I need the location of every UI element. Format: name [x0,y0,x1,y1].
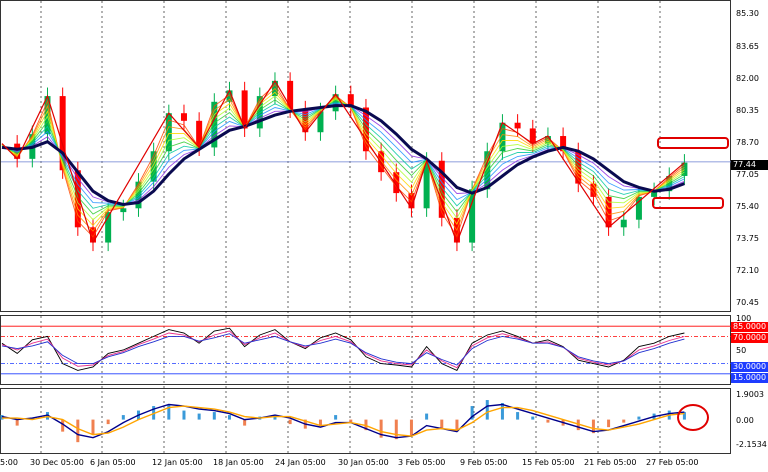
rsi-tick: 50 [736,346,747,355]
macd-histogram-bar [622,419,626,423]
macd-histogram-bar [121,415,125,420]
time-label: 15 Feb 05:00 [522,458,575,467]
macd-histogram-bar [409,419,413,437]
price-tick: 80.35 [736,106,759,115]
macd-histogram-bar [212,412,216,420]
chart-window[interactable]: 85.30 83.65 82.00 80.35 78.70 77.05 75.4… [0,0,768,472]
macd-line [2,405,685,437]
macd-histogram-bar [15,419,19,426]
price-tick: 82.00 [736,74,759,83]
candle-body [590,183,597,197]
chart-canvas [0,1,731,454]
macd-histogram-bar [440,419,444,429]
price-tick: 72.10 [736,266,759,275]
annotation-rect-upper [657,137,729,149]
annotation-rect-lower [652,197,724,209]
macd-tick: 0.00 [736,416,754,425]
macd-histogram-bar [394,419,398,440]
macd-histogram-bar [106,419,110,425]
macd-histogram-bar [91,419,95,435]
price-tick: 77.05 [736,170,759,179]
price-tick: 75.40 [736,202,759,211]
macd-histogram-bar [334,415,338,420]
candle-body [529,128,536,144]
annotation-circle [677,404,709,431]
macd-histogram-bar [182,410,186,420]
candle-body [317,111,324,133]
macd-tick: -2.1534 [736,440,767,449]
rsi-line [1,327,685,371]
ma-ribbon-line [1,101,685,209]
price-tick: 85.30 [736,9,759,18]
time-label: 12 Jan 05:00 [152,458,203,467]
macd-histogram-bar [197,413,201,420]
rsi-line [1,333,685,366]
time-label: 6 Jan 05:00 [90,458,136,467]
macd-histogram-bar [76,419,80,443]
rsi-level-tag: 15.0000 [731,373,768,383]
price-tick: 73.75 [736,234,759,243]
price-tick: 83.65 [736,42,759,51]
slow-moving-average [1,104,685,207]
macd-histogram-bar [227,415,231,420]
macd-histogram-bar [516,412,520,420]
rsi-level-tag: 70.0000 [731,333,768,343]
candle-body [620,219,627,228]
time-label: 21 Feb 05:00 [584,458,637,467]
time-label: 24 Jan 05:00 [275,458,326,467]
time-label: 3 Feb 05:00 [398,458,446,467]
macd-histogram-bar [243,419,247,426]
time-label: 27 Feb 05:00 [646,458,699,467]
candle-body [120,208,127,213]
macd-tick: 1.9003 [736,390,764,399]
price-tick: 78.70 [736,138,759,147]
macd-histogram-bar [546,419,550,423]
time-label: 30 Dec 05:00 [30,458,84,467]
macd-histogram-bar [607,419,611,428]
current-price-tag: 77.44 [731,160,768,170]
candle-body [180,113,187,121]
time-label: 18 Jan 05:00 [213,458,264,467]
macd-histogram-bar [425,413,429,420]
candle-body [514,122,521,129]
macd-histogram-bar [531,416,535,420]
macd-histogram-bar [288,419,292,425]
macd-histogram-bar [485,400,489,420]
time-label: 5:00 [0,458,18,467]
candle-body [287,80,294,110]
rsi-level-tag: 85.0000 [731,322,768,332]
price-tick: 70.45 [736,298,759,307]
time-label: 9 Feb 05:00 [460,458,508,467]
macd-line [1,403,685,439]
macd-histogram-bar [637,416,641,420]
rsi-level-tag: 30.0000 [731,362,768,372]
time-label: 30 Jan 05:00 [338,458,389,467]
